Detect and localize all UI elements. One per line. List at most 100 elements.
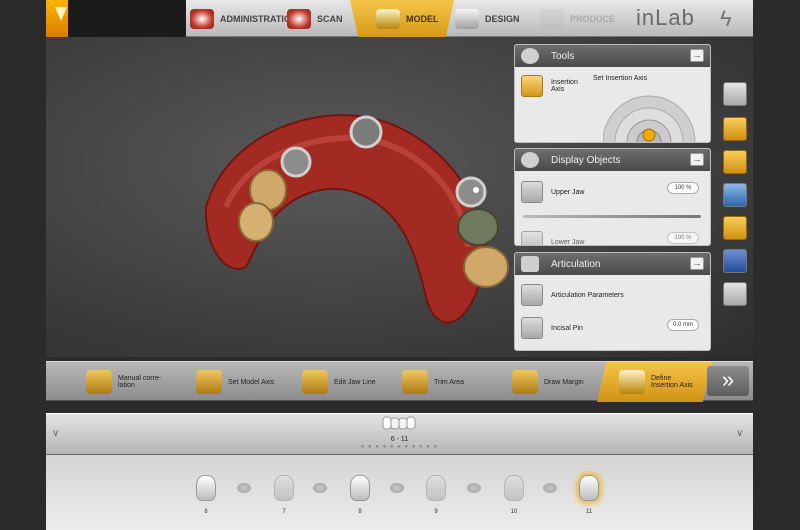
tab-model-label: MODEL — [406, 13, 439, 24]
incisal-pin-label: Incisal Pin — [551, 324, 583, 332]
ring-tool-button[interactable] — [723, 117, 747, 141]
tooth-8[interactable] — [350, 475, 370, 501]
tab-administration-label: ADMINISTRATION — [220, 13, 298, 24]
gap-marker — [237, 483, 251, 493]
tools-panel-title: Tools — [551, 50, 575, 62]
lower-jaw-icon — [521, 231, 543, 245]
gap-marker — [390, 483, 404, 493]
tab-produce-label: PRODUCE — [570, 13, 616, 24]
articulation-panel: Articulation → Articulation Parameters I… — [514, 252, 711, 351]
bridge-icon[interactable] — [382, 414, 418, 432]
correlation-icon — [86, 370, 112, 394]
dial-handle[interactable] — [642, 128, 656, 142]
tab-scan[interactable]: SCAN — [287, 0, 343, 37]
arrow-down-icon — [55, 7, 67, 21]
display-icon — [521, 152, 539, 168]
articulation-panel-title: Articulation — [551, 258, 601, 270]
jaw-model[interactable] — [186, 97, 546, 337]
tooth-11[interactable] — [579, 475, 599, 501]
step-define-insertion-axis[interactable]: Define Insertion Axis — [597, 362, 712, 402]
set-insertion-axis-text: Set Insertion Axis — [593, 75, 648, 82]
upper-jaw-slider[interactable] — [523, 215, 701, 218]
step-edit-jaw-line[interactable]: Edit Jaw Line — [302, 362, 402, 402]
lower-jaw-label: Lower Jaw — [551, 238, 585, 246]
articulator-button[interactable] — [723, 216, 747, 240]
model-tool-button[interactable] — [723, 150, 747, 174]
restoration-strip: ∨ ∨ 6 - 11 ● ● ● ● ● ● ● ● ● ● ● — [46, 413, 753, 455]
jaw-line-icon — [302, 370, 328, 394]
upper-jaw-icon — [521, 181, 543, 203]
lightning-icon[interactable]: ϟ — [720, 6, 732, 32]
tooth-selector: 6 7 8 9 10 11 — [46, 455, 753, 530]
incisal-pin-icon — [521, 317, 543, 339]
panel-pin-button[interactable]: → — [690, 49, 704, 62]
upper-jaw-value[interactable]: 100 % — [667, 182, 699, 194]
lower-jaw-row[interactable]: Lower Jaw — [521, 231, 585, 246]
model-axis-icon — [196, 370, 222, 394]
database-button[interactable] — [723, 249, 747, 273]
teeth-icon — [190, 8, 214, 29]
workflow-step-bar: Manual corre-lation Set Model Axis Edit … — [46, 361, 753, 402]
restoration-pager: ● ● ● ● ● ● ● ● ● ● ● — [360, 444, 439, 450]
incisal-pin-row[interactable]: Incisal Pin — [521, 317, 583, 339]
panel-pin-button[interactable]: → — [690, 257, 704, 270]
tab-administration[interactable]: ADMINISTRATION — [190, 0, 297, 37]
model-viewport[interactable]: Tools → Insertion Axis Set Insertion Axi… — [46, 37, 753, 357]
display-panel-header: Display Objects — [515, 149, 710, 171]
panel-pin-button[interactable]: → — [690, 153, 704, 166]
tooth — [238, 202, 274, 242]
next-step-button[interactable]: » — [707, 366, 749, 396]
step-label: Manual corre-lation — [118, 375, 162, 389]
tools-panel-header: Tools — [515, 45, 710, 67]
articulation-panel-header: Articulation — [515, 253, 710, 275]
insertion-axis-dial[interactable] — [603, 87, 703, 143]
tab-produce: PRODUCE — [540, 0, 615, 37]
tooth-label: 9 — [434, 509, 438, 515]
book-button[interactable] — [723, 282, 747, 306]
restoration-range: 6 - 11 — [390, 436, 409, 443]
tab-model[interactable]: MODEL — [350, 0, 454, 37]
upper-jaw-label: Upper Jaw — [551, 188, 585, 196]
produce-icon — [540, 8, 564, 29]
tooth-label: 6 — [204, 509, 208, 515]
display-objects-panel: Display Objects → Upper Jaw 100 % Lower … — [514, 148, 711, 246]
display-panel-title: Display Objects — [551, 154, 621, 166]
articulation-parameters-item[interactable]: Articulation Parameters — [521, 284, 624, 306]
tab-design[interactable]: DESIGN — [455, 0, 520, 37]
margin-icon — [512, 370, 538, 394]
step-trim-area[interactable]: Trim Area — [402, 362, 502, 402]
incisal-pin-value[interactable]: 0.0 mm — [667, 319, 699, 331]
tooth — [463, 246, 509, 288]
step-label: Trim Area — [434, 378, 465, 386]
trim-icon — [402, 370, 428, 394]
prep-stump — [455, 176, 487, 208]
insertion-axis-icon — [521, 75, 543, 97]
design-icon — [455, 8, 479, 29]
tooth-6[interactable] — [196, 475, 216, 501]
tooth-10[interactable] — [504, 475, 524, 501]
step-draw-margin[interactable]: Draw Margin — [512, 362, 612, 402]
tooth-label: 11 — [585, 509, 593, 515]
tooth-label: 8 — [358, 509, 362, 515]
tooth-label: 7 — [282, 509, 286, 515]
upper-jaw-row[interactable]: Upper Jaw — [521, 181, 584, 203]
tools-icon — [521, 48, 539, 64]
lower-jaw-value[interactable]: 100 % — [667, 232, 699, 244]
tooth-7[interactable] — [274, 475, 294, 501]
tab-design-label: DESIGN — [485, 13, 520, 24]
gap-marker — [313, 483, 327, 493]
gap-marker — [467, 483, 481, 493]
set-insertion-axis-label: Set Insertion Axis — [593, 75, 647, 82]
insertion-marker — [473, 187, 479, 193]
prep-stump — [280, 146, 312, 178]
screenshot-button[interactable] — [723, 183, 747, 207]
tooth-9[interactable] — [426, 475, 446, 501]
tools-panel: Tools → Insertion Axis Set Insertion Axi… — [514, 44, 711, 143]
articulator-icon — [521, 256, 539, 272]
insertion-axis-item[interactable]: Insertion Axis — [521, 75, 579, 97]
view-cube-button[interactable] — [723, 82, 747, 106]
prep-stump — [349, 115, 383, 149]
step-set-model-axis[interactable]: Set Model Axis — [196, 362, 301, 402]
step-manual-correlation[interactable]: Manual corre-lation — [86, 362, 196, 402]
step-label: Draw Margin — [544, 378, 584, 386]
